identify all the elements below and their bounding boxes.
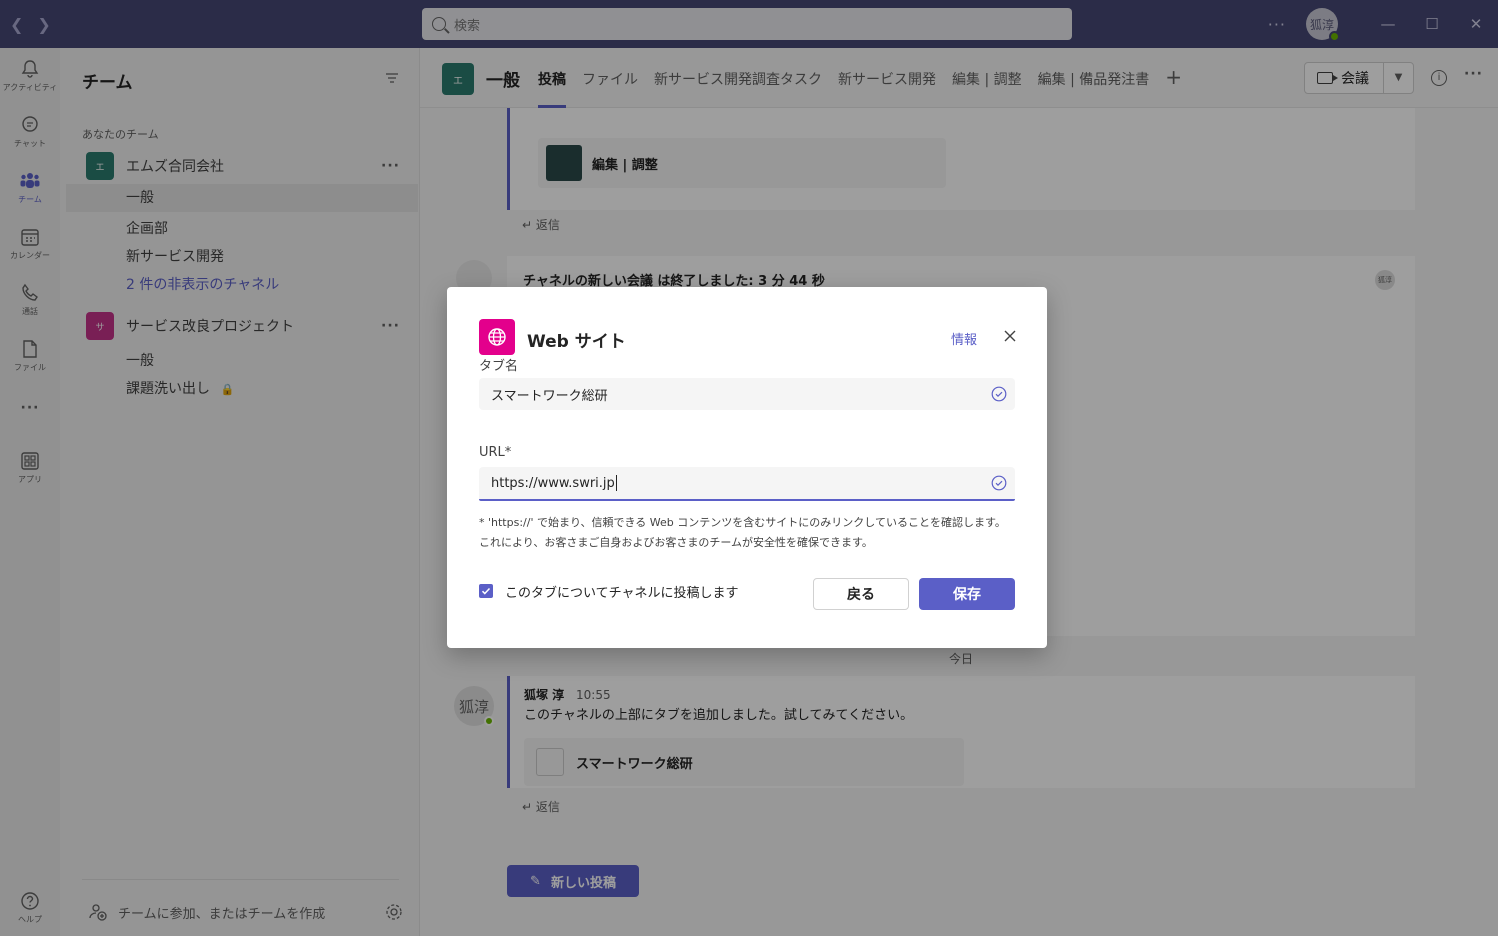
checkmark-icon [481,587,491,595]
website-tab-dialog: Web サイト 情報 タブ名 スマートワーク総研 URL* https://ww… [447,287,1047,648]
valid-check-icon [991,475,1007,491]
url-label: URL* [479,445,512,460]
text-caret [615,475,617,491]
dialog-title: Web サイト [527,332,626,352]
tab-name-input[interactable]: スマートワーク総研 [479,378,1015,410]
save-button[interactable]: 保存 [919,578,1015,610]
info-link[interactable]: 情報 [951,329,977,348]
url-security-note: * 'https://' で始まり、信頼できる Web コンテンツを含むサイトに… [479,516,1006,549]
tab-name-label: タブ名 [479,359,519,374]
url-input[interactable]: https://www.swri.jp [479,467,1015,501]
tab-name-value: スマートワーク総研 [491,388,608,404]
post-to-channel-label: このタブについてチャネルに投稿します [505,586,739,601]
globe-icon [479,319,515,355]
valid-check-icon [991,386,1007,402]
url-value: https://www.swri.jp [491,475,615,491]
back-button[interactable]: 戻る [813,578,909,610]
close-icon[interactable] [1002,328,1018,344]
post-to-channel-checkbox[interactable] [479,584,493,598]
